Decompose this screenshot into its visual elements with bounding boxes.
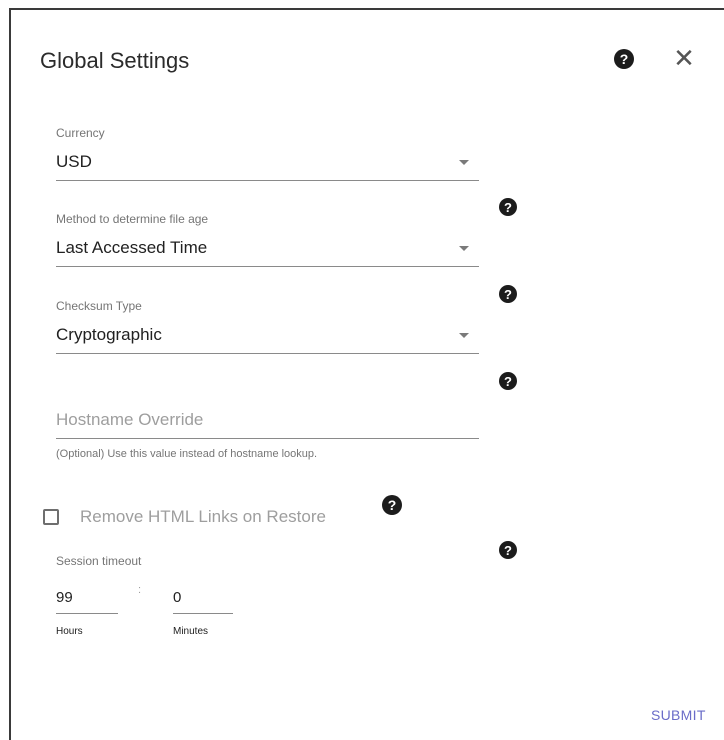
dialog-title: Global Settings: [40, 48, 190, 73]
checksum-type-select[interactable]: Checksum Type Cryptographic: [56, 295, 479, 355]
hours-input[interactable]: 99: [56, 589, 73, 606]
chevron-down-icon: [459, 160, 469, 165]
currency-value: USD: [56, 152, 92, 171]
close-icon[interactable]: ✕: [672, 45, 696, 71]
remove-links-help-icon[interactable]: ?: [382, 495, 402, 515]
dialog-help-icon[interactable]: ?: [614, 49, 634, 69]
hostname-override-hint: (Optional) Use this value instead of hos…: [56, 448, 318, 460]
hostname-override-underline: [56, 438, 479, 439]
file-age-help-icon[interactable]: ?: [499, 198, 517, 216]
hostname-help-icon[interactable]: ?: [499, 372, 517, 390]
minutes-label: Minutes: [173, 626, 209, 637]
checksum-type-value: Cryptographic: [56, 325, 162, 344]
checksum-type-underline: [56, 353, 479, 354]
checksum-help-icon[interactable]: ?: [499, 285, 517, 303]
currency-underline: [56, 180, 479, 181]
chevron-down-icon: [459, 246, 469, 251]
time-separator: :: [138, 584, 142, 596]
file-age-label: Method to determine file age: [56, 212, 209, 226]
chevron-down-icon: [459, 333, 469, 338]
remove-html-links-checkbox[interactable]: [43, 509, 59, 525]
file-age-select[interactable]: Method to determine file age Last Access…: [56, 208, 479, 268]
minutes-underline: [173, 613, 233, 614]
hostname-override-input[interactable]: Hostname Override (Optional) Use this va…: [56, 408, 479, 470]
global-settings-dialog: Global Settings ? ✕ Currency USD Method …: [9, 8, 724, 740]
session-timeout-label: Session timeout: [56, 554, 142, 568]
currency-label: Currency: [56, 126, 105, 140]
hours-label: Hours: [56, 626, 83, 637]
session-timeout-help-icon[interactable]: ?: [499, 541, 517, 559]
checksum-type-label: Checksum Type: [56, 299, 142, 313]
file-age-value: Last Accessed Time: [56, 238, 208, 257]
minutes-input[interactable]: 0: [173, 589, 181, 606]
remove-html-links-label[interactable]: Remove HTML Links on Restore: [80, 507, 326, 527]
currency-select[interactable]: Currency USD: [56, 122, 479, 182]
hostname-override-placeholder: Hostname Override: [56, 410, 204, 429]
submit-button[interactable]: SUBMIT: [651, 707, 706, 723]
file-age-underline: [56, 266, 479, 267]
hours-underline: [56, 613, 118, 614]
